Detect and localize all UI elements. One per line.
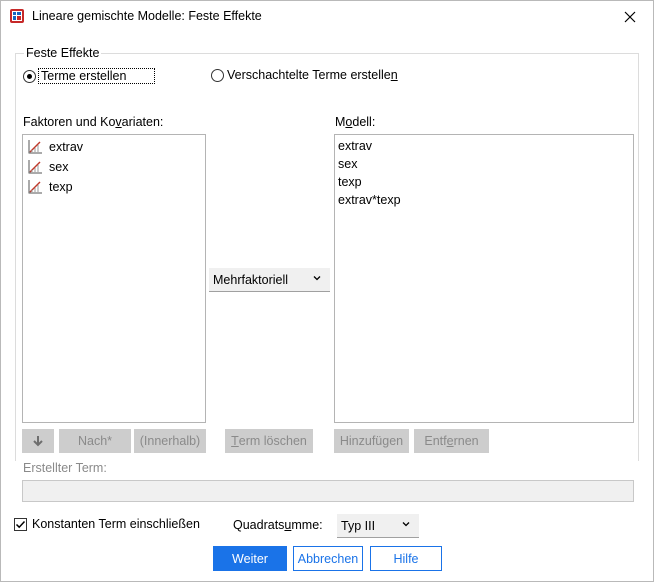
list-item-label: extrav <box>49 140 84 154</box>
radio-build-terms-label: Terme erstellen <box>38 68 156 84</box>
help-button[interactable]: Hilfe <box>370 546 442 571</box>
list-item[interactable]: extrav <box>335 137 633 155</box>
close-button[interactable] <box>607 1 653 32</box>
cancel-button[interactable]: Abbrechen <box>293 546 363 571</box>
intercept-label: Konstanten Term einschließen <box>32 517 200 531</box>
radio-build-terms[interactable]: Terme erstellen <box>23 68 156 84</box>
remove-button[interactable]: Entf e rnen <box>414 429 489 453</box>
by-button[interactable]: Nach* <box>59 429 131 453</box>
radio-nested-terms[interactable]: Verschachtelte Terme erstellen <box>211 68 398 82</box>
radio-nested-terms-label: Verschachtelte Terme erstellen <box>227 68 398 82</box>
list-item[interactable]: extrav <box>23 137 205 157</box>
window-title: Lineare gemischte Modelle: Feste Effekte <box>32 9 262 23</box>
chevron-down-icon <box>313 276 321 281</box>
model-label: Modell: <box>335 115 376 129</box>
checkmark-icon <box>15 520 26 528</box>
within-button[interactable]: (Innerhalb) <box>134 429 206 453</box>
term-type-value: Mehrfaktoriell <box>213 272 289 287</box>
sum-of-squares-select[interactable]: Typ III <box>337 514 419 538</box>
sum-of-squares-label: Quadratsumme: <box>233 518 323 532</box>
factors-label: Faktoren und Kovariaten: <box>23 115 164 129</box>
add-button[interactable]: Hinzufügen <box>334 429 409 453</box>
built-term-field[interactable] <box>22 480 634 502</box>
factors-list[interactable]: extrav sex texp <box>22 134 206 423</box>
chevron-down-icon <box>402 522 410 527</box>
arrow-down-icon <box>33 436 43 447</box>
continue-button[interactable]: Weiter <box>213 546 287 571</box>
dialog-window: Lineare gemischte Modelle: Feste Effekte… <box>0 0 654 582</box>
list-item[interactable]: texp <box>335 173 633 191</box>
move-down-button[interactable] <box>22 429 54 453</box>
scale-variable-icon <box>28 140 42 154</box>
intercept-checkbox[interactable]: Konstanten Term einschließen <box>14 517 200 531</box>
list-item-label: texp <box>49 180 73 194</box>
scale-variable-icon <box>28 160 42 174</box>
intercept-checkbox-box[interactable] <box>14 517 27 531</box>
group-label: Feste Effekte <box>24 46 102 60</box>
list-item[interactable]: sex <box>335 155 633 173</box>
list-item[interactable]: extrav*texp <box>335 191 633 209</box>
title-bar: Lineare gemischte Modelle: Feste Effekte <box>1 1 653 32</box>
list-item[interactable]: texp <box>23 177 205 197</box>
list-item[interactable]: sex <box>23 157 205 177</box>
sum-of-squares-value: Typ III <box>341 518 376 533</box>
app-icon <box>10 9 24 23</box>
scale-variable-icon <box>28 180 42 194</box>
built-term-label: Erstellter Term: <box>23 461 107 475</box>
list-item-label: sex <box>49 160 69 174</box>
model-list[interactable]: extrav sex texp extrav*texp <box>334 134 634 423</box>
radio-nested-terms-indicator[interactable] <box>211 68 224 82</box>
clear-term-button[interactable]: Term löschen <box>225 429 313 453</box>
close-icon <box>624 11 636 22</box>
term-type-select[interactable]: Mehrfaktoriell <box>209 268 330 292</box>
radio-build-terms-indicator[interactable] <box>23 69 36 83</box>
